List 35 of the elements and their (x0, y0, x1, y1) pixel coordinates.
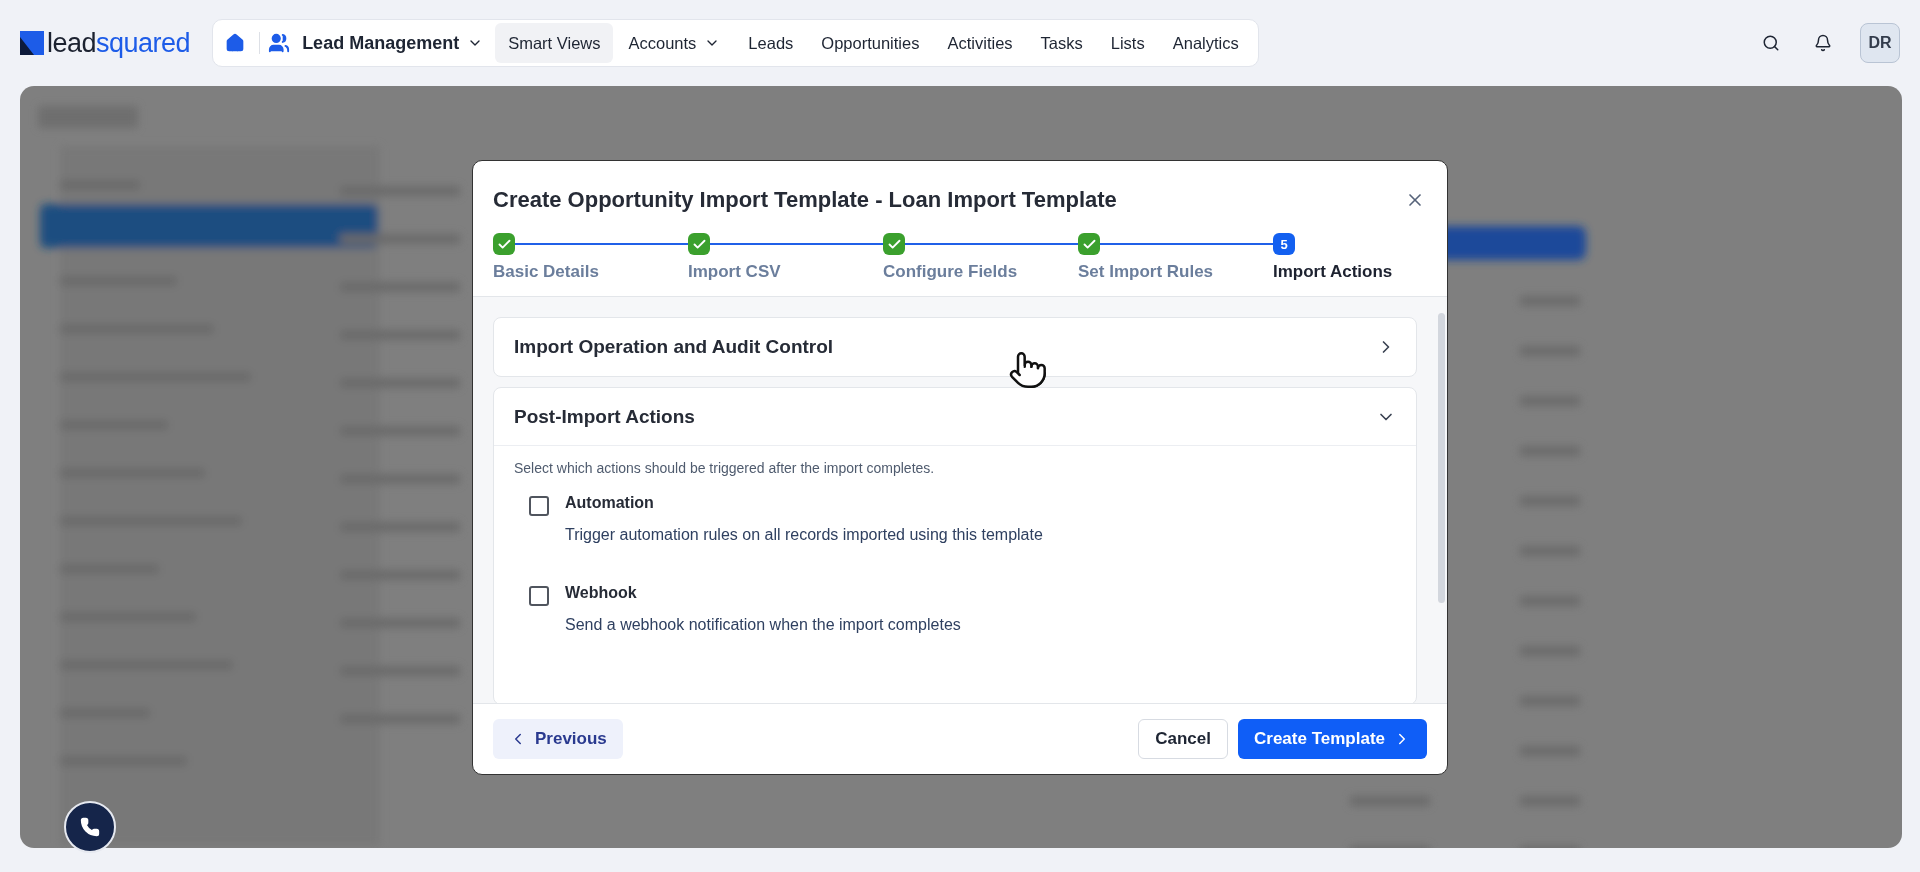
logo-text: lead (47, 27, 97, 59)
users-icon (268, 32, 291, 54)
nav-item[interactable]: Opportunities (808, 23, 933, 63)
step-label: Configure Fields (883, 262, 1019, 282)
module-dropdown[interactable]: Lead Management (292, 26, 494, 60)
previous-button[interactable]: Previous (493, 719, 623, 759)
section-description: Select which actions should be triggered after the import completes. (514, 460, 936, 476)
step-label: Set Import Rules (1078, 262, 1215, 282)
cancel-button[interactable]: Cancel (1138, 719, 1228, 759)
nav-item[interactable]: Accounts (615, 23, 734, 63)
checkbox[interactable] (529, 496, 549, 516)
step-number: 5 (1273, 233, 1295, 255)
nav-item[interactable]: Smart Views (495, 23, 614, 63)
option-label: Automation (565, 494, 655, 512)
scrollbar[interactable] (1437, 313, 1445, 603)
logo-icon (20, 31, 44, 55)
step-label: Import Actions (1273, 262, 1393, 282)
option-description: Trigger automation rules on all records imported using this template (565, 526, 1043, 544)
phone-icon (80, 817, 100, 837)
nav-item[interactable]: Analytics (1159, 23, 1252, 63)
nav-item[interactable]: Tasks (1027, 23, 1096, 63)
create-template-button[interactable]: Create Template (1238, 719, 1427, 759)
option-description: Send a webhook notification when the import completes (565, 616, 961, 634)
option-label: Webhook (565, 584, 638, 602)
user-avatar[interactable]: DR (1860, 23, 1900, 63)
step-label: Import CSV (688, 262, 782, 282)
logo-text: squared (96, 27, 191, 59)
step-label: Basic Details (493, 262, 600, 282)
accordion-header[interactable]: Post-Import Actions (494, 388, 1416, 446)
nav-item[interactable]: Leads (735, 23, 807, 63)
nav-item[interactable]: Activities (934, 23, 1026, 63)
checkbox[interactable] (529, 586, 549, 606)
dialog-title: Create Opportunity Import Template - Loan Import Template (493, 187, 1117, 213)
nav-item[interactable]: Lists (1097, 23, 1158, 63)
accordion-header[interactable]: Import Operation and Audit Control (494, 318, 1416, 376)
